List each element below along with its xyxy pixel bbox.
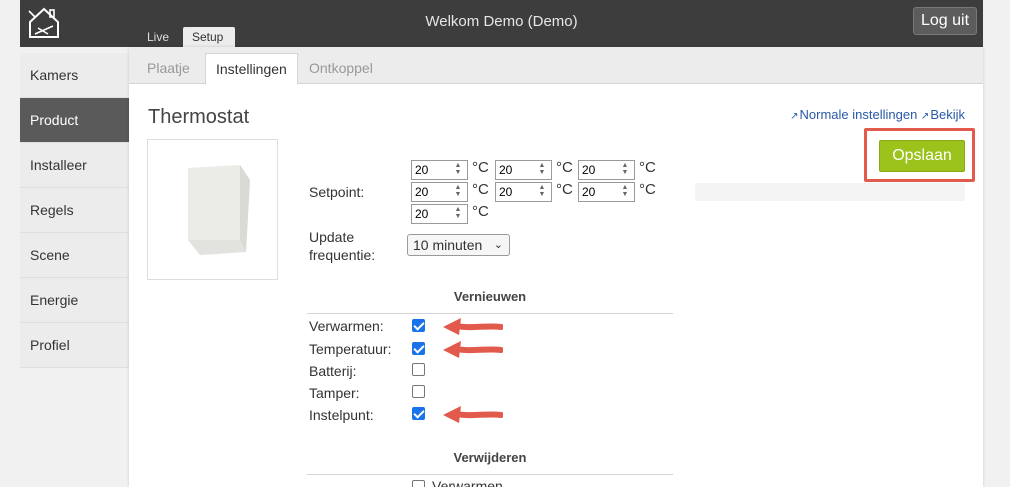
tab-live[interactable]: Live xyxy=(138,27,178,47)
view-link[interactable]: Bekijk xyxy=(930,107,965,122)
spinner-icon[interactable]: ▲ ▼ xyxy=(620,184,630,198)
update-label: Update xyxy=(309,229,355,245)
save-button[interactable]: Opslaan xyxy=(879,140,965,172)
setpoint-unit: °C xyxy=(639,181,656,198)
sidebar-item-energie[interactable]: Energie xyxy=(20,278,129,323)
tab-instellingen[interactable]: Instellingen xyxy=(205,53,298,85)
setpoint-unit: °C xyxy=(472,203,489,220)
update-frequency-select[interactable]: 10 minuten ⌄ xyxy=(407,234,510,256)
spinner-icon[interactable]: ▲ ▼ xyxy=(453,184,463,198)
section-vernieuwen-heading: Vernieuwen xyxy=(453,289,527,304)
annotation-arrow-icon xyxy=(443,318,503,335)
refresh-battery-label: Batterij: xyxy=(309,363,357,379)
main-panel: Plaatje Instellingen Ontkoppel Thermosta… xyxy=(129,47,983,487)
sidebar-item-kamers[interactable]: Kamers xyxy=(20,53,129,98)
setpoint-label: Setpoint: xyxy=(309,184,365,200)
annotation-arrow-icon xyxy=(443,341,503,358)
external-link-icon: ↗ xyxy=(920,111,930,122)
sidebar-item-product[interactable]: Product xyxy=(20,98,129,143)
tab-ontkoppel[interactable]: Ontkoppel xyxy=(299,53,383,84)
spinner-icon[interactable]: ▲ ▼ xyxy=(453,206,463,220)
remove-heating-label: Verwarmen xyxy=(432,478,503,487)
spinner-icon[interactable]: ▲ ▼ xyxy=(453,162,463,176)
info-strip xyxy=(695,183,965,201)
subtab-bar: Plaatje Instellingen Ontkoppel xyxy=(129,47,983,85)
spinner-icon[interactable]: ▲ ▼ xyxy=(537,162,547,176)
setpoint-unit: °C xyxy=(556,159,573,176)
header-links: ↗Normale instellingen ↗Bekijk xyxy=(790,107,965,122)
refresh-battery-checkbox[interactable] xyxy=(412,363,425,376)
update-frequency-value: 10 minuten xyxy=(413,237,483,253)
section-verwijderen-heading: Verwijderen xyxy=(453,450,527,465)
page-title: Thermostat xyxy=(148,106,250,128)
frequency-label: frequentie: xyxy=(309,247,376,263)
refresh-setpoint-checkbox[interactable] xyxy=(412,407,425,420)
divider xyxy=(307,313,673,314)
external-link-icon: ↗ xyxy=(790,111,799,122)
logout-button[interactable]: Log uit xyxy=(913,7,977,35)
refresh-setpoint-label: Instelpunt: xyxy=(309,407,374,423)
spinner-icon[interactable]: ▲ ▼ xyxy=(537,184,547,198)
sidebar: Kamers Product Installeer Regels Scene E… xyxy=(20,53,129,368)
product-image xyxy=(147,139,278,280)
refresh-heating-label: Verwarmen: xyxy=(309,318,384,334)
annotation-arrow-icon xyxy=(443,406,503,423)
refresh-temperature-checkbox[interactable] xyxy=(412,342,425,355)
refresh-tamper-label: Tamper: xyxy=(309,385,360,401)
setpoint-unit: °C xyxy=(556,181,573,198)
sidebar-item-scene[interactable]: Scene xyxy=(20,233,129,278)
tab-setup[interactable]: Setup xyxy=(183,27,235,47)
sidebar-item-regels[interactable]: Regels xyxy=(20,188,129,233)
spinner-icon[interactable]: ▲ ▼ xyxy=(620,162,630,176)
refresh-tamper-checkbox[interactable] xyxy=(412,385,425,398)
remove-heating-checkbox[interactable] xyxy=(412,480,425,487)
setpoint-unit: °C xyxy=(639,159,656,176)
sidebar-item-profiel[interactable]: Profiel xyxy=(20,323,129,368)
normal-settings-link[interactable]: Normale instellingen xyxy=(800,107,918,122)
sidebar-item-installeer[interactable]: Installeer xyxy=(20,143,129,188)
refresh-temperature-label: Temperatuur: xyxy=(309,341,392,357)
chevron-down-icon: ⌄ xyxy=(493,239,503,251)
divider xyxy=(307,474,673,475)
tab-plaatje[interactable]: Plaatje xyxy=(137,53,200,84)
setpoint-unit: °C xyxy=(472,159,489,176)
setpoint-unit: °C xyxy=(472,181,489,198)
refresh-heating-checkbox[interactable] xyxy=(412,319,425,332)
